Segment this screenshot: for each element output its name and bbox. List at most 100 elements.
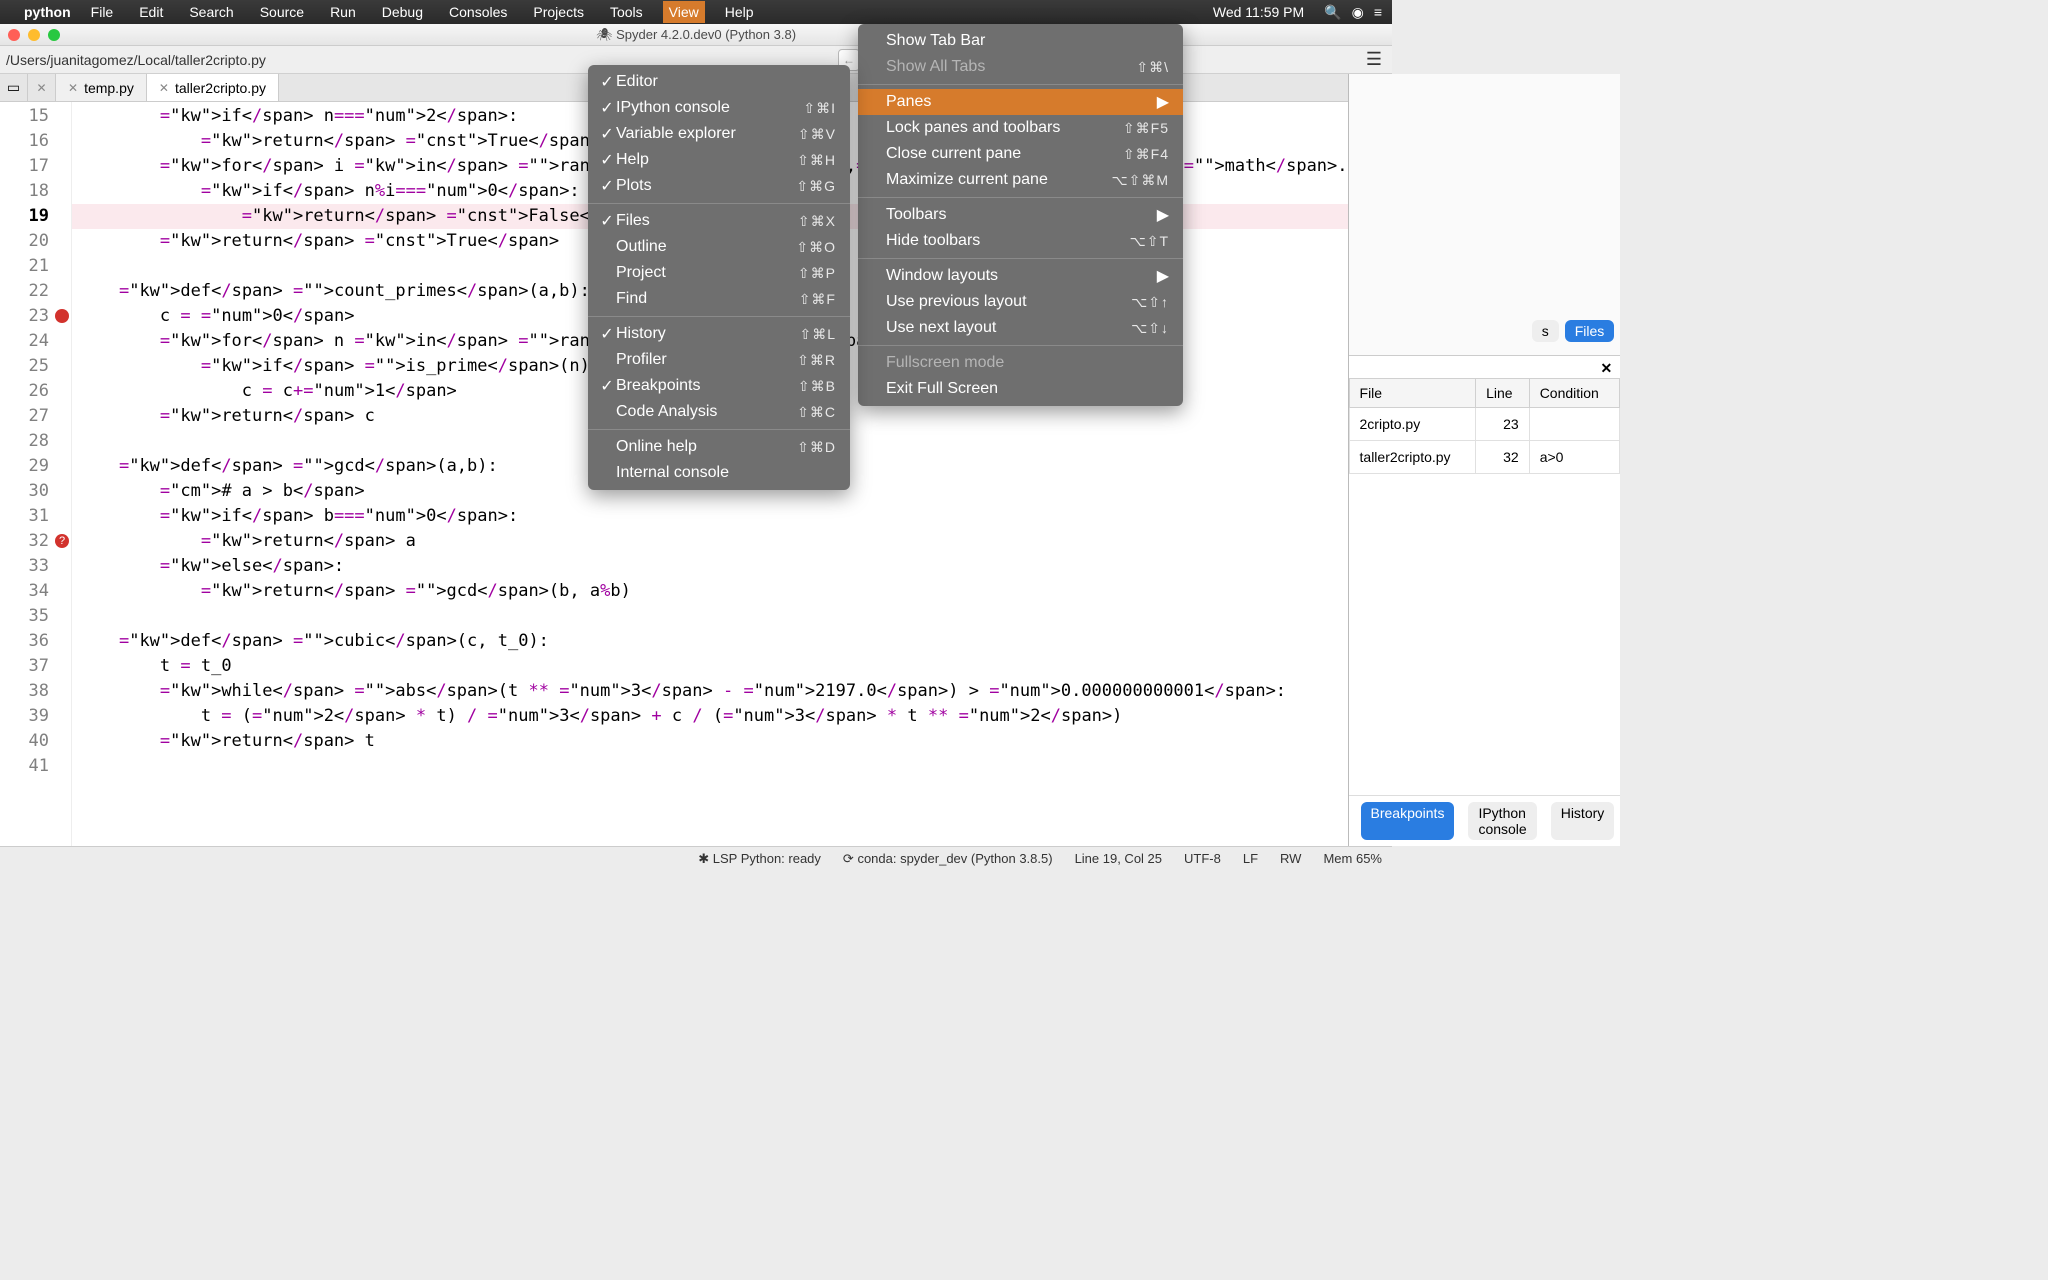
panes-menu-item[interactable]: Profiler⇧⌘R bbox=[588, 347, 850, 373]
panes-menu-item[interactable]: ✓Variable explorer⇧⌘V bbox=[588, 121, 850, 147]
line-number[interactable]: 38 bbox=[0, 679, 71, 704]
menu-file[interactable]: File bbox=[85, 1, 120, 23]
view-menu-item[interactable]: Use previous layout⌥⇧↑ bbox=[858, 289, 1183, 315]
status-conda[interactable]: ⟳ conda: spyder_dev (Python 3.8.5) bbox=[843, 851, 1053, 867]
line-number[interactable]: 35 bbox=[0, 604, 71, 629]
line-gutter[interactable]: 1516171819202122232425262728293031323334… bbox=[0, 102, 72, 846]
line-number[interactable]: 23 bbox=[0, 304, 71, 329]
line-number[interactable]: 27 bbox=[0, 404, 71, 429]
code-line[interactable]: ="kw">return</span> a bbox=[72, 529, 1348, 554]
menu-help[interactable]: Help bbox=[719, 1, 760, 23]
pane-tab[interactable]: IPython console bbox=[1468, 802, 1536, 840]
spotlight-icon[interactable]: 🔍 bbox=[1324, 4, 1341, 21]
close-window-button[interactable] bbox=[8, 29, 20, 41]
code-line[interactable]: ="kw">if</span> b==="num">0</span>: bbox=[72, 504, 1348, 529]
right-tab-files[interactable]: Files bbox=[1565, 320, 1615, 342]
menu-run[interactable]: Run bbox=[324, 1, 362, 23]
line-number[interactable]: 25 bbox=[0, 354, 71, 379]
pane-tab[interactable]: History bbox=[1551, 802, 1615, 840]
view-menu-item[interactable]: Maximize current pane⌥⇧⌘M bbox=[858, 167, 1183, 193]
menu-tools[interactable]: Tools bbox=[604, 1, 649, 23]
code-line[interactable]: ="kw">return</span> ="">gcd</span>(b, a%… bbox=[72, 579, 1348, 604]
menu-search[interactable]: Search bbox=[183, 1, 239, 23]
app-name[interactable]: python bbox=[24, 4, 71, 20]
bp-row[interactable]: taller2cripto.py32a>0 bbox=[1349, 441, 1620, 474]
siri-icon[interactable]: ◉ bbox=[1352, 4, 1364, 21]
line-number[interactable]: 20 bbox=[0, 229, 71, 254]
view-menu-item[interactable]: Close current pane⇧⌘F4 bbox=[858, 141, 1183, 167]
panes-menu-item[interactable]: Online help⇧⌘D bbox=[588, 434, 850, 460]
editor-tab[interactable]: ✕taller2cripto.py bbox=[147, 74, 279, 101]
panes-menu-item[interactable]: Outline⇧⌘O bbox=[588, 234, 850, 260]
line-number[interactable]: 32 bbox=[0, 529, 71, 554]
right-tab-cutoff[interactable]: s bbox=[1532, 320, 1559, 342]
menu-projects[interactable]: Projects bbox=[527, 1, 590, 23]
panes-menu-item[interactable]: Find⇧⌘F bbox=[588, 286, 850, 312]
panes-menu-item[interactable]: Internal console bbox=[588, 460, 850, 486]
line-number[interactable]: 31 bbox=[0, 504, 71, 529]
code-line[interactable] bbox=[72, 604, 1348, 629]
panes-menu-item[interactable]: ✓Files⇧⌘X bbox=[588, 208, 850, 234]
line-number[interactable]: 22 bbox=[0, 279, 71, 304]
pane-tab[interactable]: Breakpoints bbox=[1361, 802, 1455, 840]
line-number[interactable]: 24 bbox=[0, 329, 71, 354]
status-eol[interactable]: LF bbox=[1243, 851, 1258, 866]
notification-center-icon[interactable]: ≡ bbox=[1374, 4, 1382, 20]
menu-source[interactable]: Source bbox=[254, 1, 310, 23]
tab-close-icon[interactable]: ✕ bbox=[28, 74, 56, 101]
menu-debug[interactable]: Debug bbox=[376, 1, 429, 23]
close-tab-icon[interactable]: ✕ bbox=[159, 81, 169, 95]
menu-view[interactable]: View bbox=[663, 1, 705, 23]
line-number[interactable]: 39 bbox=[0, 704, 71, 729]
line-number[interactable]: 17 bbox=[0, 154, 71, 179]
panes-menu-item[interactable]: ✓History⇧⌘L bbox=[588, 321, 850, 347]
panes-menu-item[interactable]: Project⇧⌘P bbox=[588, 260, 850, 286]
panes-menu-item[interactable]: ✓Breakpoints⇧⌘B bbox=[588, 373, 850, 399]
line-number[interactable]: 19 bbox=[0, 204, 71, 229]
minimize-window-button[interactable] bbox=[28, 29, 40, 41]
line-number[interactable]: 37 bbox=[0, 654, 71, 679]
browse-tabs-icon[interactable]: ▭ bbox=[0, 74, 28, 101]
view-menu-item[interactable]: Hide toolbars⌥⇧T bbox=[858, 228, 1183, 254]
status-encoding[interactable]: UTF-8 bbox=[1184, 851, 1221, 866]
line-number[interactable]: 33 bbox=[0, 554, 71, 579]
view-menu-item[interactable]: Exit Full Screen bbox=[858, 376, 1183, 402]
code-line[interactable] bbox=[72, 754, 1348, 779]
panes-menu-item[interactable]: ✓IPython console⇧⌘I bbox=[588, 95, 850, 121]
close-tab-icon[interactable]: ✕ bbox=[68, 81, 78, 95]
view-menu-item[interactable]: Toolbars▶ bbox=[858, 202, 1183, 228]
code-line[interactable]: ="kw">else</span>: bbox=[72, 554, 1348, 579]
line-number[interactable]: 16 bbox=[0, 129, 71, 154]
line-number[interactable]: 29 bbox=[0, 454, 71, 479]
panes-menu-item[interactable]: ✓Plots⇧⌘G bbox=[588, 173, 850, 199]
line-number[interactable]: 40 bbox=[0, 729, 71, 754]
code-line[interactable]: t = (="num">2</span> * t) / ="num">3</sp… bbox=[72, 704, 1348, 729]
code-line[interactable]: ="kw">return</span> t bbox=[72, 729, 1348, 754]
code-line[interactable]: t = t_0 bbox=[72, 654, 1348, 679]
panes-menu-item[interactable]: ✓Help⇧⌘H bbox=[588, 147, 850, 173]
line-number[interactable]: 15 bbox=[0, 104, 71, 129]
line-number[interactable]: 28 bbox=[0, 429, 71, 454]
line-number[interactable]: 34 bbox=[0, 579, 71, 604]
bp-row[interactable]: 2cripto.py23 bbox=[1349, 408, 1620, 441]
panes-menu-item[interactable]: Code Analysis⇧⌘C bbox=[588, 399, 850, 425]
view-menu-item[interactable]: Use next layout⌥⇧↓ bbox=[858, 315, 1183, 341]
menu-edit[interactable]: Edit bbox=[133, 1, 169, 23]
editor-tab[interactable]: ✕temp.py bbox=[56, 74, 147, 101]
line-number[interactable]: 26 bbox=[0, 379, 71, 404]
view-menu-item[interactable]: Window layouts▶ bbox=[858, 263, 1183, 289]
line-number[interactable]: 18 bbox=[0, 179, 71, 204]
panes-menu-item[interactable]: ✓Editor bbox=[588, 69, 850, 95]
line-number[interactable]: 30 bbox=[0, 479, 71, 504]
pane-close-icon[interactable]: ✕ bbox=[1601, 360, 1613, 377]
view-menu-item[interactable]: Panes▶ bbox=[858, 89, 1183, 115]
status-lsp[interactable]: ✱ LSP Python: ready bbox=[698, 851, 821, 867]
view-menu-item[interactable]: Lock panes and toolbars⇧⌘F5 bbox=[858, 115, 1183, 141]
line-number[interactable]: 21 bbox=[0, 254, 71, 279]
code-line[interactable]: ="kw">def</span> ="">cubic</span>(c, t_0… bbox=[72, 629, 1348, 654]
bp-header[interactable]: Condition bbox=[1529, 379, 1620, 408]
view-menu-item[interactable]: Show Tab Bar bbox=[858, 28, 1183, 54]
line-number[interactable]: 36 bbox=[0, 629, 71, 654]
bp-header[interactable]: File bbox=[1349, 379, 1476, 408]
zoom-window-button[interactable] bbox=[48, 29, 60, 41]
